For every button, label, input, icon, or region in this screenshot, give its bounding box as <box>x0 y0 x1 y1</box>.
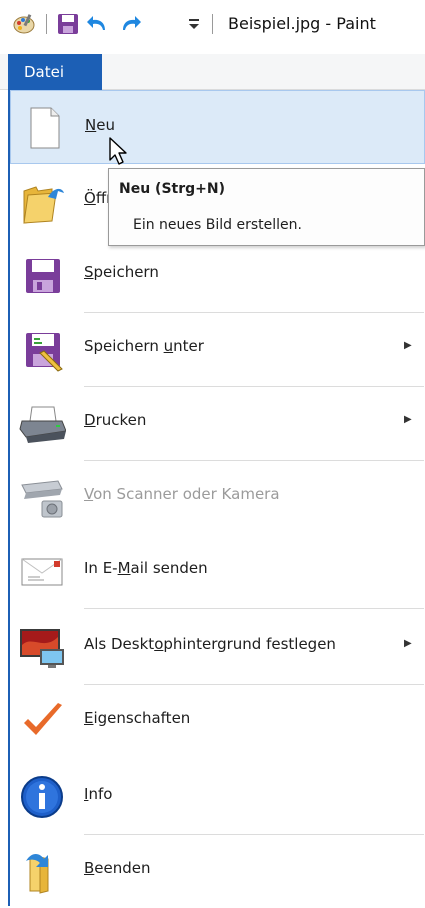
menu-item-label: Von Scanner oder Kamera <box>84 485 280 503</box>
tooltip-description: Ein neues Bild erstellen. <box>133 217 302 233</box>
menu-item-label: Speichern unter <box>84 337 204 355</box>
access-key: V <box>84 485 94 503</box>
tooltip: Neu (Strg+N) Ein neues Bild erstellen. <box>108 168 425 246</box>
mouse-cursor-icon <box>108 136 130 170</box>
menu-item-label: Eigenschaften <box>84 709 191 727</box>
access-key: D <box>84 411 96 429</box>
menu-item-save-as[interactable]: Speichern unter ▶ <box>10 312 425 386</box>
scanner-camera-icon <box>18 473 66 521</box>
menu-item-label: Beenden <box>84 859 151 877</box>
menu-item-label: Info <box>84 785 113 803</box>
printer-icon <box>18 399 67 447</box>
file-tab[interactable]: Datei <box>8 54 102 90</box>
menu-item-exit[interactable]: Beenden <box>10 834 425 908</box>
save-icon[interactable] <box>56 12 80 36</box>
access-key: B <box>84 859 95 877</box>
menu-item-printer[interactable]: Drucken ▶ <box>10 386 425 460</box>
properties-checkmark-icon <box>18 697 66 745</box>
menu-item-label: Speichern <box>84 263 159 281</box>
access-key: u <box>163 337 174 355</box>
menu-item-properties-checkmark[interactable]: Eigenschaften <box>10 684 425 758</box>
save-as-icon <box>18 325 66 373</box>
menu-item-info[interactable]: Info <box>10 760 425 834</box>
menu-item-save[interactable]: Speichern <box>10 238 425 312</box>
undo-icon[interactable] <box>86 12 110 36</box>
access-key: o <box>154 635 164 653</box>
save-icon <box>18 251 66 299</box>
window-title: Beispiel.jpg - Paint <box>228 14 376 33</box>
desktop-background-icon <box>18 623 66 671</box>
exit-icon <box>18 847 66 895</box>
paint-palette-icon[interactable] <box>12 12 36 36</box>
info-icon <box>18 773 66 821</box>
menu-item-new-document[interactable]: Neu <box>10 90 425 164</box>
menu-item-label: Drucken <box>84 411 147 429</box>
tooltip-title: Neu (Strg+N) <box>119 181 225 197</box>
new-document-icon <box>19 104 67 152</box>
menu-divider <box>84 608 424 609</box>
open-folder-icon <box>18 177 66 225</box>
redo-icon[interactable] <box>118 12 142 36</box>
access-key: Ö <box>84 189 96 207</box>
menu-item-desktop-background[interactable]: Als Desktophintergrund festlegen ▶ <box>10 610 425 684</box>
toolbar-separator <box>212 14 213 34</box>
submenu-arrow-icon: ▶ <box>404 638 412 649</box>
menu-item-label: Neu <box>85 116 115 134</box>
menu-item-label: Als Desktophintergrund festlegen <box>84 635 336 653</box>
menu-item-scanner-camera: Von Scanner oder Kamera <box>10 460 425 534</box>
menu-item-email[interactable]: In E-Mail senden <box>10 534 425 608</box>
access-key: S <box>84 263 94 281</box>
menu-item-label: In E-Mail senden <box>84 559 208 577</box>
toolbar-separator <box>46 14 47 34</box>
access-key: M <box>117 559 131 577</box>
submenu-arrow-icon: ▶ <box>404 340 412 351</box>
email-icon <box>18 547 66 595</box>
customize-dropdown-icon[interactable] <box>182 12 206 36</box>
title-bar: Beispiel.jpg - Paint <box>0 0 425 50</box>
submenu-arrow-icon: ▶ <box>404 414 412 425</box>
access-key: N <box>85 116 97 134</box>
